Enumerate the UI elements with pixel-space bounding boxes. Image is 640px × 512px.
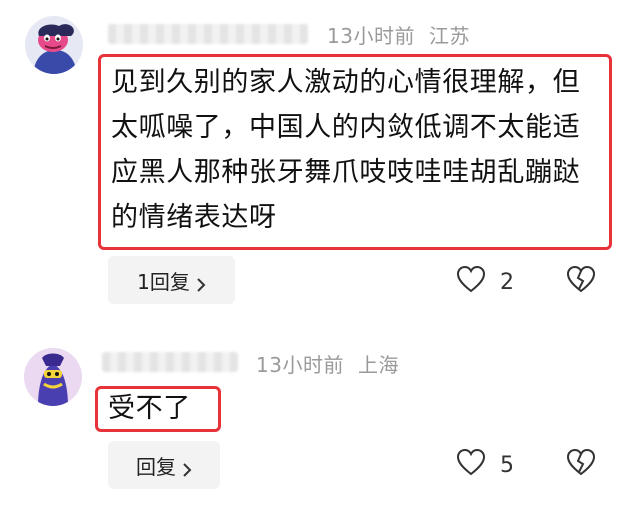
broken-heart-icon (566, 448, 596, 480)
comment-meta: 13小时前 上海 (256, 349, 399, 378)
username-blurred[interactable] (108, 24, 308, 44)
like-button[interactable]: 5 (456, 448, 514, 482)
comment-text: 见到久别的家人激动的心情很理解，但太呱噪了，中国人的内敛低调不太能适应黑人那种张… (111, 67, 581, 233)
heart-outline-icon (456, 265, 486, 299)
comment-item: 13小时前 上海 受不了 回复 5 (0, 330, 640, 512)
username-blurred[interactable] (102, 352, 238, 372)
dislike-button[interactable] (566, 265, 596, 297)
broken-heart-icon (566, 265, 596, 297)
comment-time: 13小时前 (256, 353, 344, 377)
avatar[interactable] (25, 16, 83, 74)
like-count: 5 (500, 452, 514, 478)
comment-item: 13小时前 江苏 见到久别的家人激动的心情很理解，但太呱噪了，中国人的内敛低调不太… (0, 0, 640, 330)
chevron-right-icon (182, 458, 192, 477)
reply-button[interactable]: 回复 (108, 441, 220, 489)
dislike-button[interactable] (566, 448, 596, 480)
comment-time: 13小时前 (327, 24, 415, 48)
chevron-right-icon (196, 273, 206, 292)
avatar[interactable] (24, 348, 82, 406)
reply-button[interactable]: 1回复 (108, 256, 235, 304)
like-button[interactable]: 2 (456, 265, 514, 299)
comment-meta: 13小时前 江苏 (327, 20, 470, 49)
like-count: 2 (500, 269, 514, 295)
heart-outline-icon (456, 448, 486, 482)
reply-label: 1回复 (137, 269, 190, 294)
comment-text: 受不了 (108, 393, 191, 424)
comment-location: 上海 (357, 353, 399, 377)
reply-label: 回复 (136, 454, 176, 479)
comment-location: 江苏 (428, 24, 470, 48)
